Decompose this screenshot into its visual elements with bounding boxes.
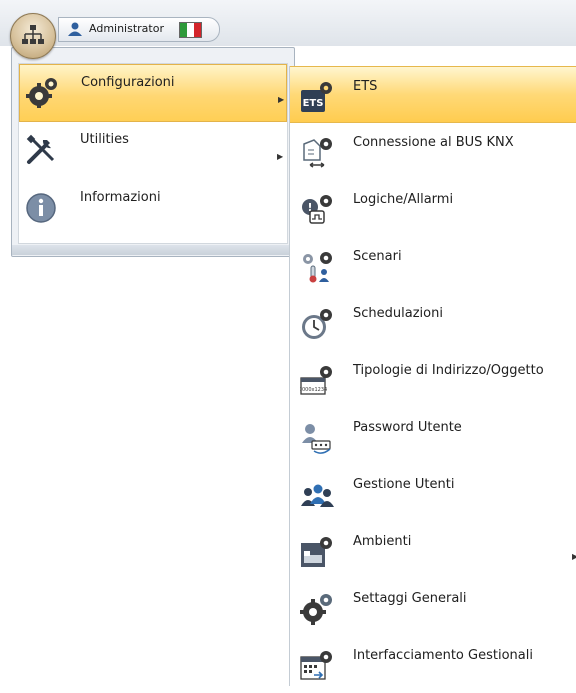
menu-item-label: Configurazioni: [81, 75, 175, 90]
chevron-right-icon: ▶: [277, 152, 284, 161]
user-tab[interactable]: Administrator: [58, 17, 220, 42]
address-type-icon: 0000x1234: [300, 366, 332, 395]
submenu-item-label: Gestione Utenti: [353, 477, 455, 492]
submenu-item-label: Interfacciamento Gestionali: [353, 648, 533, 663]
submenu-item-ets[interactable]: ETS ETS: [290, 66, 576, 123]
user-icon: [68, 22, 82, 36]
submenu-item-ambienti[interactable]: Ambienti ▶: [290, 522, 576, 579]
app-menu-panel: Configurazioni ▶ Utilities ▶ Informazion…: [11, 47, 295, 257]
app-menu-list: Configurazioni ▶ Utilities ▶ Informazion…: [18, 63, 288, 244]
users-icon: [301, 484, 334, 507]
submenu-item-user-password[interactable]: Password Utente: [290, 408, 576, 465]
chevron-right-icon: ▶: [572, 552, 576, 561]
menu-item-configurazioni[interactable]: Configurazioni ▶: [19, 64, 287, 122]
submenu-item-management-interface[interactable]: Interfacciamento Gestionali: [290, 636, 576, 693]
tools-icon: [26, 134, 55, 164]
ets-icon: ETS: [301, 82, 332, 112]
language-flag-icon[interactable]: [179, 22, 202, 38]
submenu-item-address-types[interactable]: 0000x1234 Tipologie di Indirizzo/Oggetto: [290, 351, 576, 408]
submenu-item-label: Logiche/Allarmi: [353, 192, 454, 207]
menu-footer: [12, 245, 294, 255]
submenu-item-label: Password Utente: [353, 420, 462, 435]
submenu-item-user-management[interactable]: Gestione Utenti: [290, 465, 576, 522]
menu-item-label: Informazioni: [80, 190, 161, 205]
app-menu-button[interactable]: [10, 13, 56, 59]
chevron-right-icon: ▶: [278, 95, 285, 104]
network-icon: [22, 25, 44, 44]
submenu-item-schedulazioni[interactable]: Schedulazioni: [290, 294, 576, 351]
flag-stripe: [187, 23, 194, 37]
gear-icon: [300, 594, 332, 625]
info-icon: [26, 193, 56, 223]
scenario-icon: [303, 252, 332, 283]
schedule-clock-icon: [302, 309, 332, 339]
submenu-item-label: Connessione al BUS KNX: [353, 135, 514, 150]
user-password-icon: [302, 424, 331, 454]
calendar-interface-icon: [300, 651, 332, 680]
submenu-item-label: Settaggi Generali: [353, 591, 467, 606]
bus-connection-icon: [303, 138, 332, 168]
submenu-item-label: Tipologie di Indirizzo/Oggetto: [353, 363, 544, 378]
submenu-item-logic-alarms[interactable]: ! Logiche/Allarmi: [290, 180, 576, 237]
menu-item-utilities[interactable]: Utilities ▶: [19, 122, 287, 180]
svg-text:ETS: ETS: [303, 98, 324, 109]
submenu-item-bus-connection[interactable]: Connessione al BUS KNX: [290, 123, 576, 180]
menu-item-label: Utilities: [80, 132, 129, 147]
gear-icon: [26, 78, 57, 108]
address-icon-text: 0000x1234: [300, 387, 327, 393]
menu-item-informazioni[interactable]: Informazioni: [19, 180, 287, 238]
submenu-item-label: Schedulazioni: [353, 306, 443, 321]
submenu-item-general-settings[interactable]: Settaggi Generali: [290, 579, 576, 636]
submenu-panel: ETS ETS Connessione al BUS KNX ! Logiche…: [289, 66, 576, 686]
flag-stripe: [194, 23, 201, 37]
flag-stripe: [180, 23, 187, 37]
submenu-item-scenari[interactable]: Scenari: [290, 237, 576, 294]
submenu-item-label: Ambienti: [353, 534, 412, 549]
submenu-item-label: Scenari: [353, 249, 402, 264]
logic-alarm-icon: !: [302, 195, 332, 224]
room-icon: [301, 537, 332, 567]
user-name: Administrator: [89, 22, 164, 35]
submenu-item-label: ETS: [353, 79, 378, 94]
